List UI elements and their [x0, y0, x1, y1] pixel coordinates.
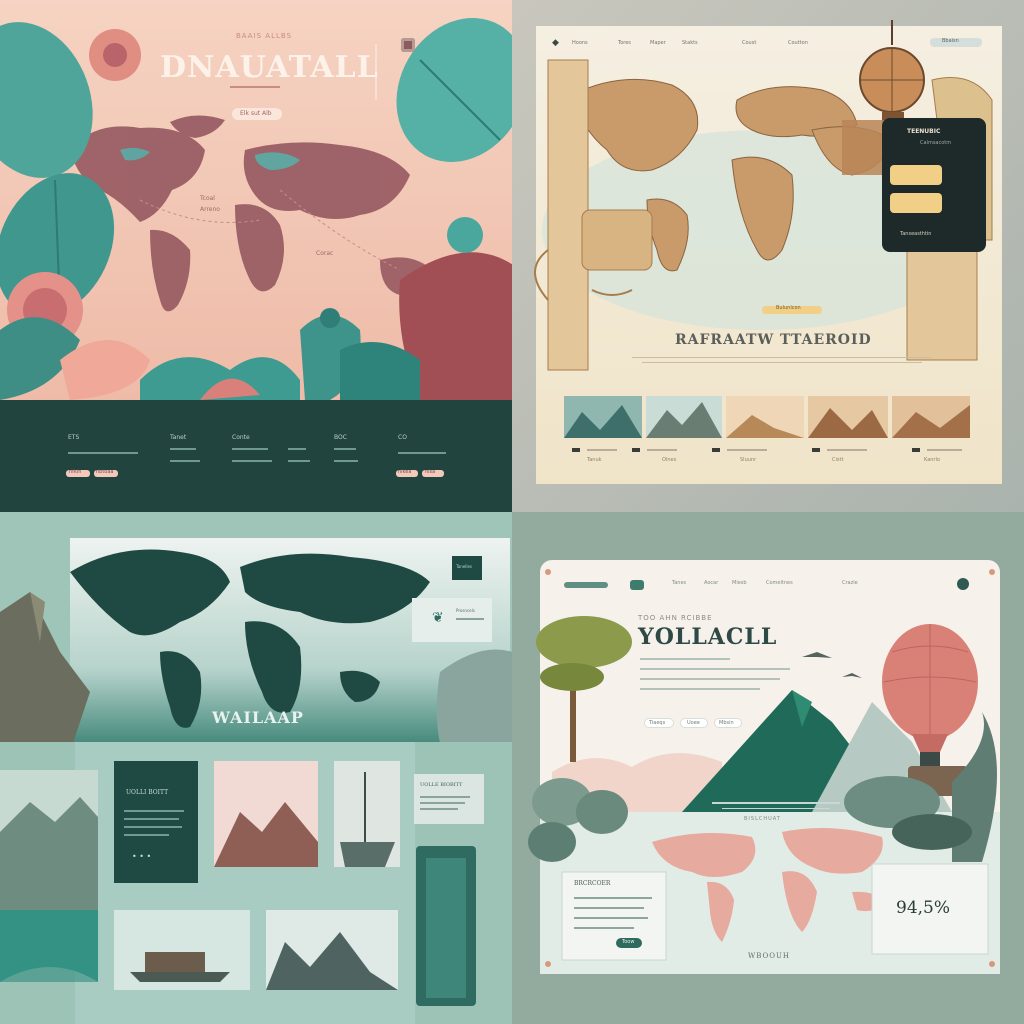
- teal-side-card: ❦ Prosncels: [412, 598, 492, 642]
- footer-col-4: BOC: [334, 434, 347, 441]
- search-icon[interactable]: [401, 38, 415, 52]
- nav-tours[interactable]: Tores: [618, 40, 631, 46]
- map-label-3: Corac: [316, 250, 334, 257]
- footer-button-2[interactable]: nbtoaa: [94, 469, 118, 477]
- footer-button-4-label: nisa: [425, 469, 436, 475]
- nav-costs[interactable]: Coust: [742, 40, 756, 46]
- gallery-caption-1: Tanuk: [587, 457, 602, 463]
- booking-panel-title: TEENUBIC: [907, 128, 941, 135]
- footer-button-3[interactable]: nlkea: [396, 469, 418, 477]
- pink-travel-mockup: BAAIS ALLBS DNAUATALL Elk sut Alb Tcoal …: [0, 0, 512, 512]
- teal-info-card-title: UOLLE BIOBITT: [420, 782, 463, 788]
- sage-nav-active[interactable]: [630, 580, 644, 590]
- sage-nav-3[interactable]: Miesb: [732, 580, 747, 586]
- sage-nav-1[interactable]: Tanes: [672, 580, 686, 586]
- search-icon[interactable]: [957, 578, 969, 590]
- sage-headline: YOLLACLL: [638, 624, 778, 650]
- nav-maps[interactable]: Maper: [650, 40, 666, 46]
- footer-button-2-label: nbtoaa: [96, 469, 114, 475]
- footer-button-1[interactable]: nfkin: [66, 469, 90, 477]
- footer-col-5: CO: [398, 434, 407, 441]
- sage-nav-4[interactable]: Comeltnes: [766, 580, 793, 586]
- teal-corner-badge[interactable]: Tanelles: [452, 556, 482, 580]
- plant-icon: ❦: [432, 610, 444, 626]
- parchment-headline: RAFRAATW TTAEROID: [675, 332, 872, 348]
- footer-col-3: Conte: [232, 434, 250, 441]
- sage-mockup-artwork: [528, 560, 1000, 974]
- pink-kicker: BAAIS ALLBS: [236, 32, 293, 40]
- footer-button-1-label: nfkin: [69, 469, 82, 475]
- nav-home[interactable]: Hoons: [572, 40, 588, 46]
- gallery-caption-4: Cistt: [832, 457, 844, 463]
- teal-mockup-artwork: [0, 538, 512, 1024]
- teal-side-card-title: Prosncels: [456, 608, 475, 613]
- sage-button-1-label: Tiaeqs: [649, 720, 666, 726]
- sage-button-2[interactable]: Uoee: [680, 718, 708, 728]
- teal-card-landscape-left: [0, 770, 98, 982]
- sage-footer-label: WBOOUH: [748, 952, 790, 960]
- sage-button-2-label: Uoee: [687, 720, 700, 726]
- pink-footer: [0, 400, 512, 512]
- nav-signup-label: Bbaisn: [942, 38, 959, 44]
- sage-travel-mockup: Tanes Aocar Miesb Comeltnes Crazle TOO A…: [512, 512, 1024, 1024]
- parchment-cta-label: Bulunlcon: [776, 305, 801, 311]
- parchment-mockup-artwork: [534, 20, 1002, 484]
- gallery-caption-3: Sluunr: [740, 457, 757, 463]
- teal-headline: WAILAAP: [212, 708, 304, 727]
- sage-button-3-label: Mbsin: [719, 720, 734, 726]
- nav-contact[interactable]: Coutton: [788, 40, 808, 46]
- sage-nav-5[interactable]: Crazle: [842, 580, 858, 586]
- sage-logo[interactable]: [564, 582, 608, 588]
- gallery-caption-2: Olnes: [662, 457, 677, 463]
- teal-dark-card: [114, 761, 198, 883]
- parchment-travel-mockup: ◆ Hoons Tores Maper Stakts Coust Coutton…: [512, 0, 1024, 512]
- sage-button-3[interactable]: Mbsin: [714, 718, 742, 728]
- sage-map-caption: BISLCHUAT: [744, 816, 781, 822]
- map-label-1: Tcoal: [200, 195, 215, 202]
- footer-button-3-label: nlkea: [398, 469, 412, 475]
- teal-travel-mockup: WAILAAP Tanelles ❦ Prosncels UOLLI BOITT…: [0, 512, 512, 1024]
- booking-panel-subtitle: Calmsacotm: [920, 140, 952, 146]
- sage-left-card-button[interactable]: Toow: [616, 938, 642, 948]
- sage-nav-2[interactable]: Aocar: [704, 580, 718, 586]
- footer-col-2: Tanet: [170, 434, 187, 441]
- sage-button-1[interactable]: Tiaeqs: [644, 718, 674, 728]
- sage-kicker: TOO AHN RCIBBE: [638, 614, 713, 622]
- pink-subline: [230, 86, 280, 88]
- parchment-cta-button[interactable]: Bulunlcon: [762, 305, 822, 314]
- nav-signup-button[interactable]: Bbaisn: [930, 38, 982, 47]
- pink-cta-label: Elk sut Alb: [240, 110, 272, 117]
- map-label-2: Arreno: [200, 206, 220, 213]
- logo-icon[interactable]: ◆: [552, 38, 559, 48]
- footer-button-4[interactable]: nisa: [422, 469, 444, 477]
- teal-corner-badge-label: Tanelles: [456, 564, 472, 569]
- sage-left-card-title: BRCRCOER: [574, 880, 611, 887]
- teal-dark-card-dots: • • •: [132, 852, 152, 861]
- pink-headline: DNAUATALL: [160, 50, 379, 85]
- sage-left-card-button-label: Toow: [622, 939, 635, 945]
- nav-stats[interactable]: Stakts: [682, 40, 698, 46]
- pink-cta-button[interactable]: Elk sut Alb: [232, 108, 282, 120]
- gallery-caption-5: Kanrlo: [924, 457, 940, 463]
- sage-stat-value: 94,5%: [896, 898, 951, 918]
- booking-panel-bottom: Tanseasthtin: [900, 231, 932, 237]
- teal-dark-card-title: UOLLI BOITT: [126, 789, 169, 796]
- gallery-strip: [564, 396, 970, 438]
- footer-col-1: ETS: [68, 434, 80, 441]
